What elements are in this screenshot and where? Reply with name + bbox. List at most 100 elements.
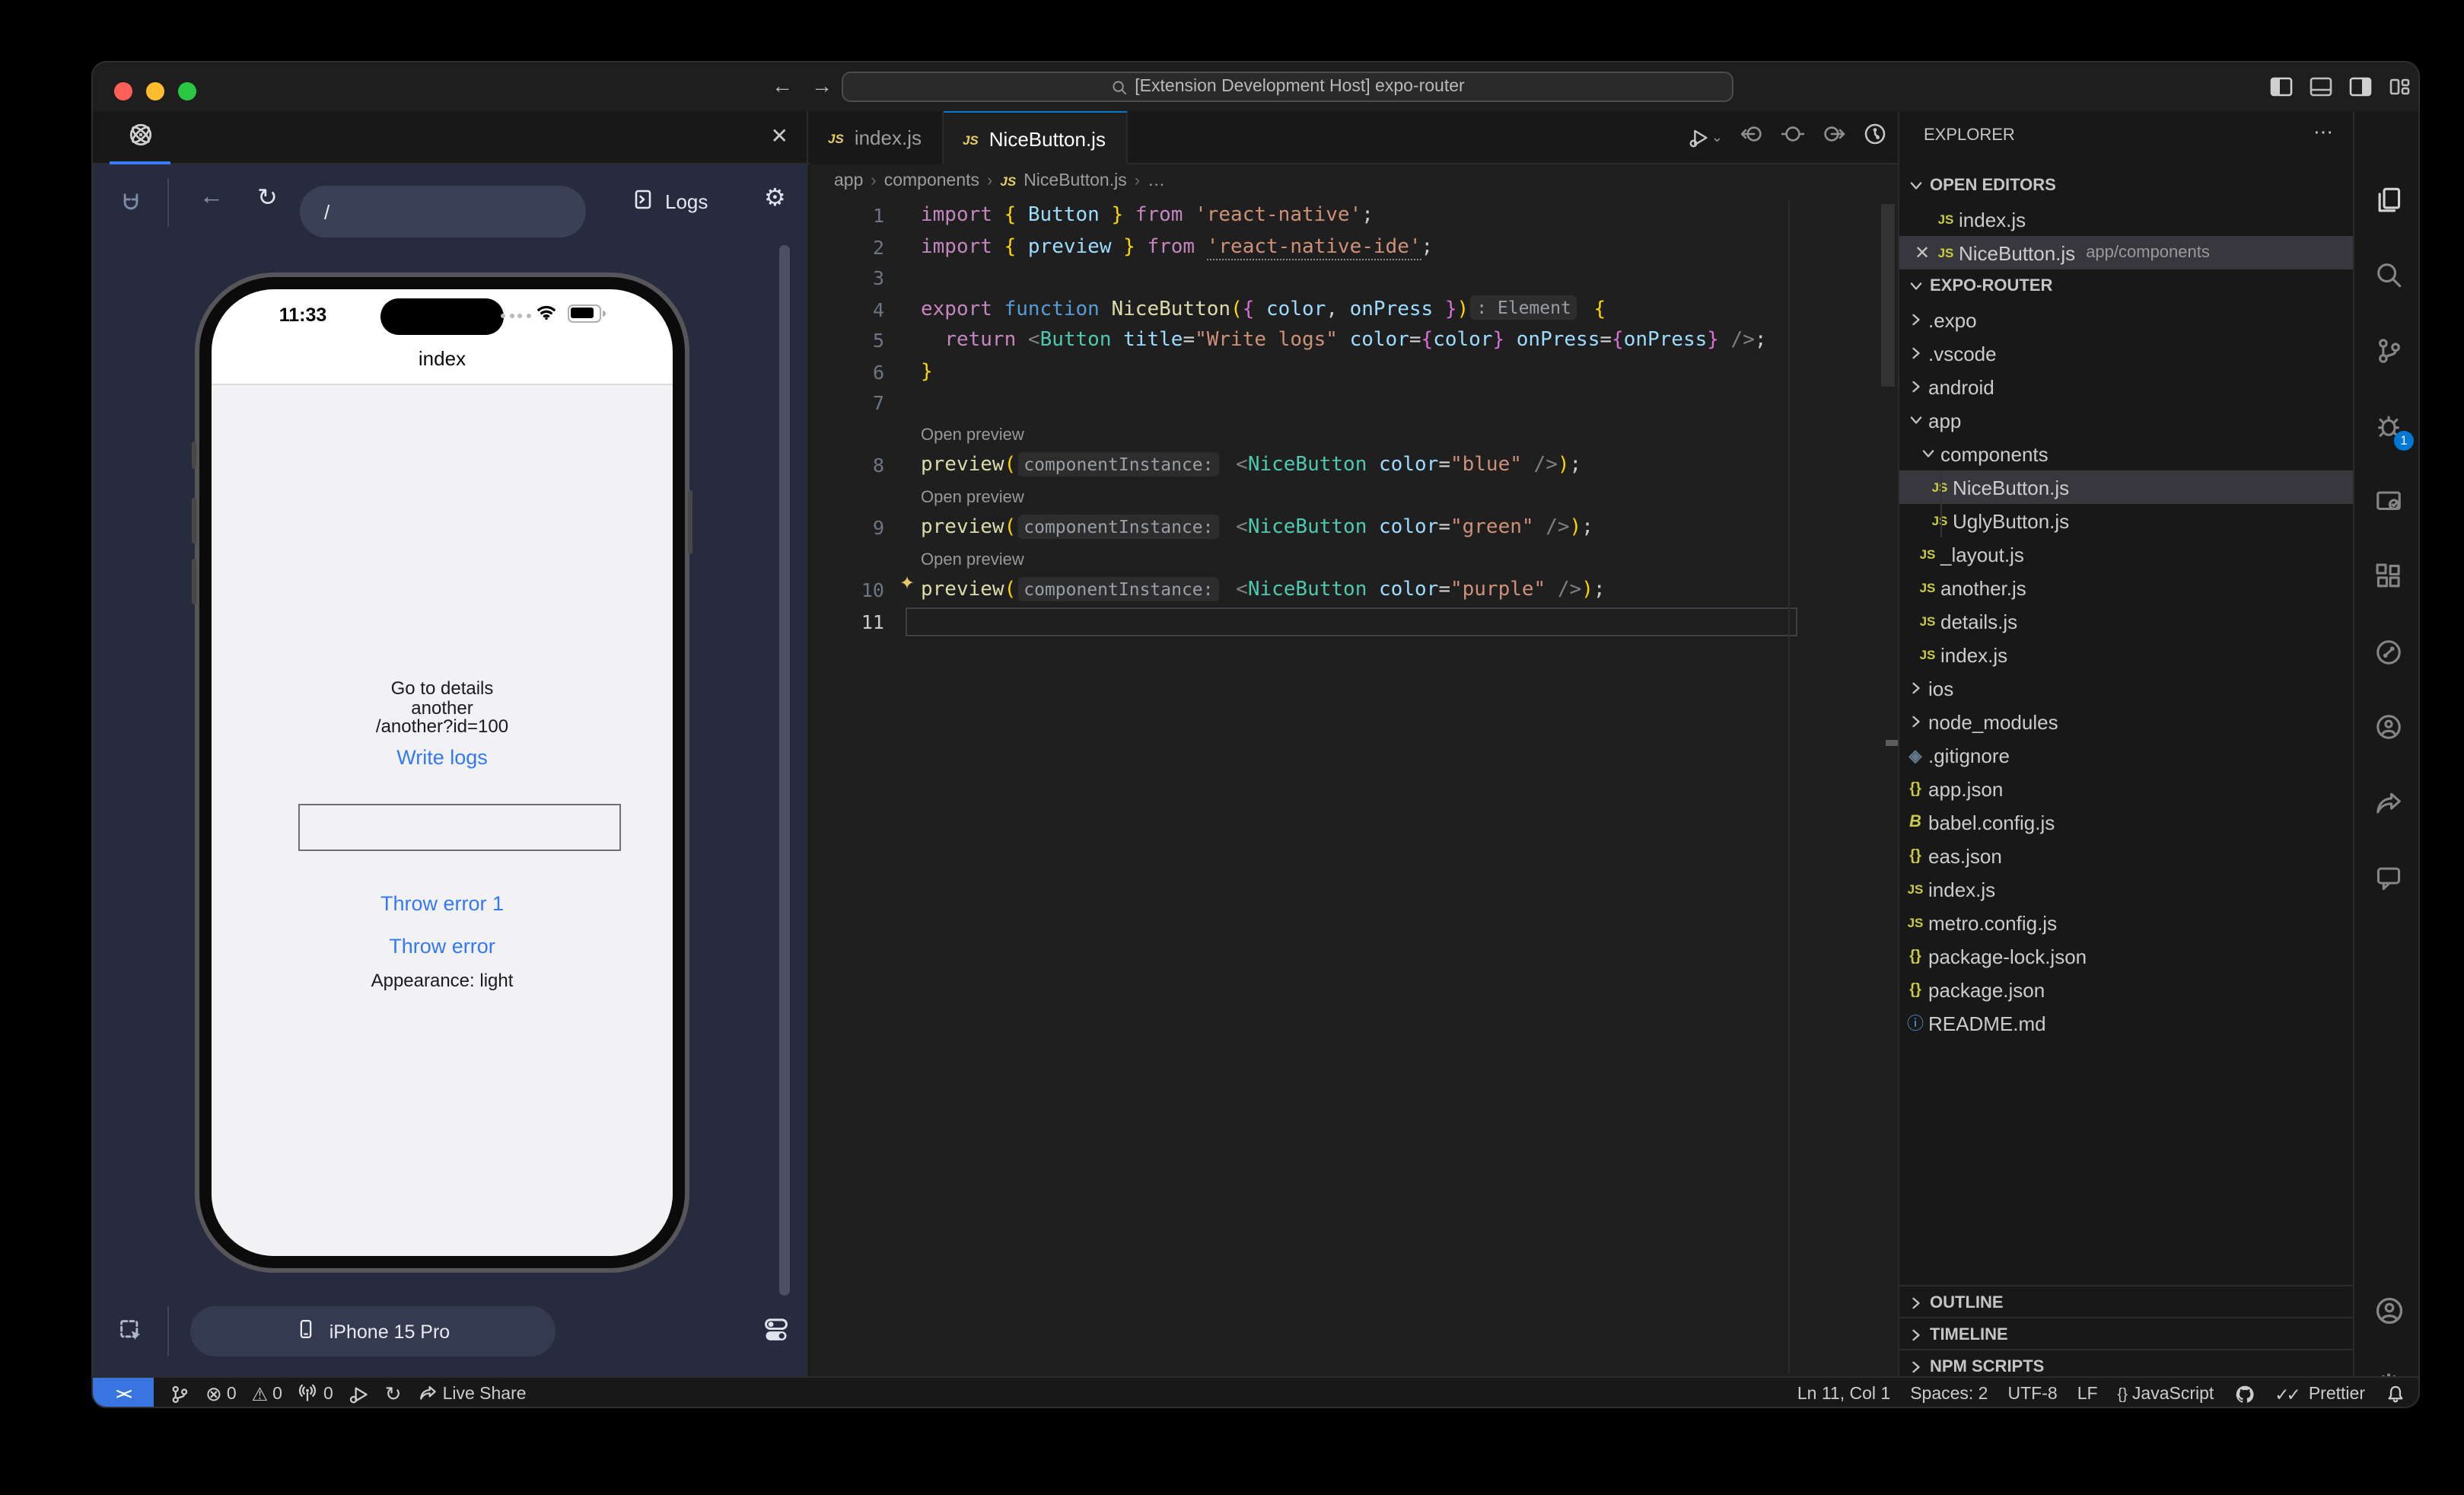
nav-back-icon[interactable] bbox=[1740, 122, 1764, 154]
activity-extensions-icon[interactable] bbox=[2354, 546, 2420, 607]
codelens-open-preview[interactable]: Open preview bbox=[921, 482, 1530, 513]
code-line-1[interactable]: 1import { Button } from 'react-native'; bbox=[810, 201, 1898, 232]
sim-settings-gear-icon[interactable]: ⚙ bbox=[764, 183, 786, 212]
activity-account-icon[interactable] bbox=[2354, 1280, 2420, 1341]
remote-indicator[interactable]: >< bbox=[93, 1378, 154, 1408]
codelens-open-preview[interactable]: Open preview bbox=[921, 544, 1530, 575]
throw-error-1-button[interactable]: Throw error 1 bbox=[212, 892, 673, 915]
workspace-section[interactable]: EXPO-ROUTER bbox=[1899, 269, 2354, 303]
folder-node_modules[interactable]: node_modules bbox=[1899, 705, 2354, 738]
code-line-9[interactable]: 9preview(componentInstance: <NiceButton … bbox=[810, 513, 1898, 544]
history-forward-button[interactable]: → bbox=[811, 73, 832, 97]
warnings-item[interactable]: ⚠0 bbox=[252, 1384, 282, 1405]
activity-comment-icon[interactable] bbox=[2354, 847, 2420, 908]
file-NiceButton.js[interactable]: JSNiceButton.js bbox=[1899, 470, 2354, 504]
activity-files-icon[interactable] bbox=[2354, 169, 2420, 230]
file-app.json[interactable]: {}app.json bbox=[1899, 772, 2354, 805]
write-logs-button[interactable]: Write logs bbox=[212, 746, 673, 769]
code-line-8[interactable]: 8preview(componentInstance: <NiceButton … bbox=[810, 451, 1898, 482]
eol[interactable]: LF bbox=[2077, 1385, 2098, 1404]
sim-reload-icon[interactable]: ↻ bbox=[257, 183, 278, 213]
outline-section[interactable]: OUTLINE bbox=[1899, 1285, 2354, 1318]
debug-console-icon[interactable] bbox=[349, 1384, 370, 1405]
file-metro.config.js[interactable]: JSmetro.config.js bbox=[1899, 906, 2354, 939]
breadcrumb-app[interactable]: app bbox=[834, 172, 863, 190]
tab-NiceButton.js[interactable]: JSNiceButton.js bbox=[944, 111, 1129, 166]
zoom-window-button[interactable] bbox=[178, 82, 196, 100]
file-package.json[interactable]: {}package.json bbox=[1899, 973, 2354, 1006]
toggle-primary-sidebar-icon[interactable] bbox=[2269, 75, 2294, 99]
file-details.js[interactable]: JSdetails.js bbox=[1899, 604, 2354, 638]
history-back-button[interactable]: ← bbox=[772, 73, 793, 97]
toggle-panel-icon[interactable] bbox=[2309, 75, 2333, 99]
customize-layout-icon[interactable] bbox=[2388, 75, 2412, 99]
codelens-open-preview[interactable]: Open preview bbox=[921, 419, 1530, 451]
code-line-3[interactable]: 3 bbox=[810, 263, 1898, 295]
breadcrumb[interactable]: app › components › JS NiceButton.js › … bbox=[834, 164, 1165, 198]
activity-devices-icon[interactable] bbox=[2354, 470, 2420, 531]
file-.gitignore[interactable]: ◈.gitignore bbox=[1899, 738, 2354, 772]
file-UglyButton.js[interactable]: JSUglyButton.js bbox=[1899, 504, 2354, 537]
activity-circle-person-icon[interactable] bbox=[2354, 696, 2420, 757]
indentation[interactable]: Spaces: 2 bbox=[1910, 1385, 1988, 1404]
language-mode[interactable]: {}JavaScript bbox=[2118, 1385, 2214, 1404]
file-babel.config.js[interactable]: Bbabel.config.js bbox=[1899, 805, 2354, 839]
cursor-position[interactable]: Ln 11, Col 1 bbox=[1797, 1385, 1890, 1404]
activity-share-icon[interactable] bbox=[2354, 772, 2420, 833]
device-select-button[interactable]: iPhone 15 Pro bbox=[190, 1306, 556, 1356]
timeline-icon[interactable] bbox=[1863, 122, 1887, 154]
errors-item[interactable]: ⊗0 bbox=[205, 1382, 237, 1407]
link-another-id[interactable]: /another?id=100 bbox=[212, 716, 673, 737]
folder-.vscode[interactable]: .vscode bbox=[1899, 336, 2354, 370]
close-panel-icon[interactable]: ✕ bbox=[771, 123, 788, 148]
file-_layout.js[interactable]: JS_layout.js bbox=[1899, 537, 2354, 571]
source-control-graph-icon[interactable] bbox=[169, 1384, 190, 1405]
live-share-item[interactable]: Live Share bbox=[417, 1382, 527, 1407]
tab-radon-ide[interactable] bbox=[108, 111, 172, 164]
code-line-4[interactable]: 4export function NiceButton({ color, onP… bbox=[810, 295, 1898, 326]
link-go-to-details[interactable]: Go to details bbox=[212, 677, 673, 699]
close-editor-icon[interactable]: ✕ bbox=[1912, 242, 1933, 263]
code-line-10[interactable]: 10✦preview(componentInstance: <NiceButto… bbox=[810, 575, 1898, 607]
nav-forward-icon[interactable] bbox=[1822, 122, 1846, 154]
command-center[interactable]: [Extension Development Host] expo-router bbox=[842, 72, 1733, 102]
url-bar[interactable]: / bbox=[300, 186, 586, 237]
folder-app[interactable]: app bbox=[1899, 403, 2354, 437]
folder-.expo[interactable]: .expo bbox=[1899, 303, 2354, 336]
activity-circle-graph-icon[interactable] bbox=[2354, 621, 2420, 682]
open-editors-section[interactable]: OPEN EDITORS bbox=[1899, 169, 2354, 202]
tab-index.js[interactable]: JSindex.js bbox=[810, 111, 944, 164]
activity-source-control-icon[interactable] bbox=[2354, 320, 2420, 381]
code-line-5[interactable]: 5 return <Button title="Write logs" colo… bbox=[810, 326, 1898, 357]
activity-search-icon[interactable] bbox=[2354, 244, 2420, 305]
code-line-6[interactable]: 6} bbox=[810, 357, 1898, 388]
open-editor-index.js[interactable]: JSindex.js bbox=[1899, 202, 2354, 236]
toggle-secondary-sidebar-icon[interactable] bbox=[2348, 75, 2373, 99]
file-README.md[interactable]: ⓘREADME.md bbox=[1899, 1006, 2354, 1040]
github-icon[interactable] bbox=[2233, 1384, 2255, 1405]
open-editor-NiceButton.js[interactable]: ✕JSNiceButton.jsapp/components bbox=[1899, 236, 2354, 269]
ports-item[interactable]: 0 bbox=[298, 1382, 333, 1407]
editor-scrollbar[interactable] bbox=[1881, 204, 1895, 387]
throw-error-button[interactable]: Throw error bbox=[212, 935, 673, 958]
file-index.js[interactable]: JSindex.js bbox=[1899, 872, 2354, 906]
breadcrumb-file[interactable]: NiceButton.js bbox=[1023, 172, 1127, 190]
sync-icon[interactable]: ↻ bbox=[385, 1382, 402, 1407]
folder-android[interactable]: android bbox=[1899, 370, 2354, 403]
code-line-7[interactable]: 7 bbox=[810, 388, 1898, 419]
breadcrumb-symbol[interactable]: … bbox=[1148, 172, 1165, 190]
webview-scrollbar[interactable] bbox=[779, 245, 790, 1296]
logs-button[interactable]: Logs bbox=[632, 187, 708, 216]
minimize-window-button[interactable] bbox=[146, 82, 164, 100]
device-settings-toggles-icon[interactable] bbox=[762, 1315, 790, 1350]
file-package-lock.json[interactable]: {}package-lock.json bbox=[1899, 939, 2354, 973]
code-line-2[interactable]: 2import { preview } from 'react-native-i… bbox=[810, 232, 1898, 263]
phone-text-input[interactable] bbox=[298, 804, 621, 851]
inspect-magnet-icon[interactable] bbox=[117, 189, 145, 224]
file-eas.json[interactable]: {}eas.json bbox=[1899, 839, 2354, 872]
file-index.js[interactable]: JSindex.js bbox=[1899, 638, 2354, 671]
notifications-bell-icon[interactable] bbox=[2385, 1384, 2406, 1405]
run-debug-icon[interactable]: ⌄ bbox=[1689, 126, 1723, 149]
nav-dot-icon[interactable] bbox=[1781, 122, 1805, 154]
code-line-11[interactable]: 11 bbox=[810, 607, 1898, 638]
